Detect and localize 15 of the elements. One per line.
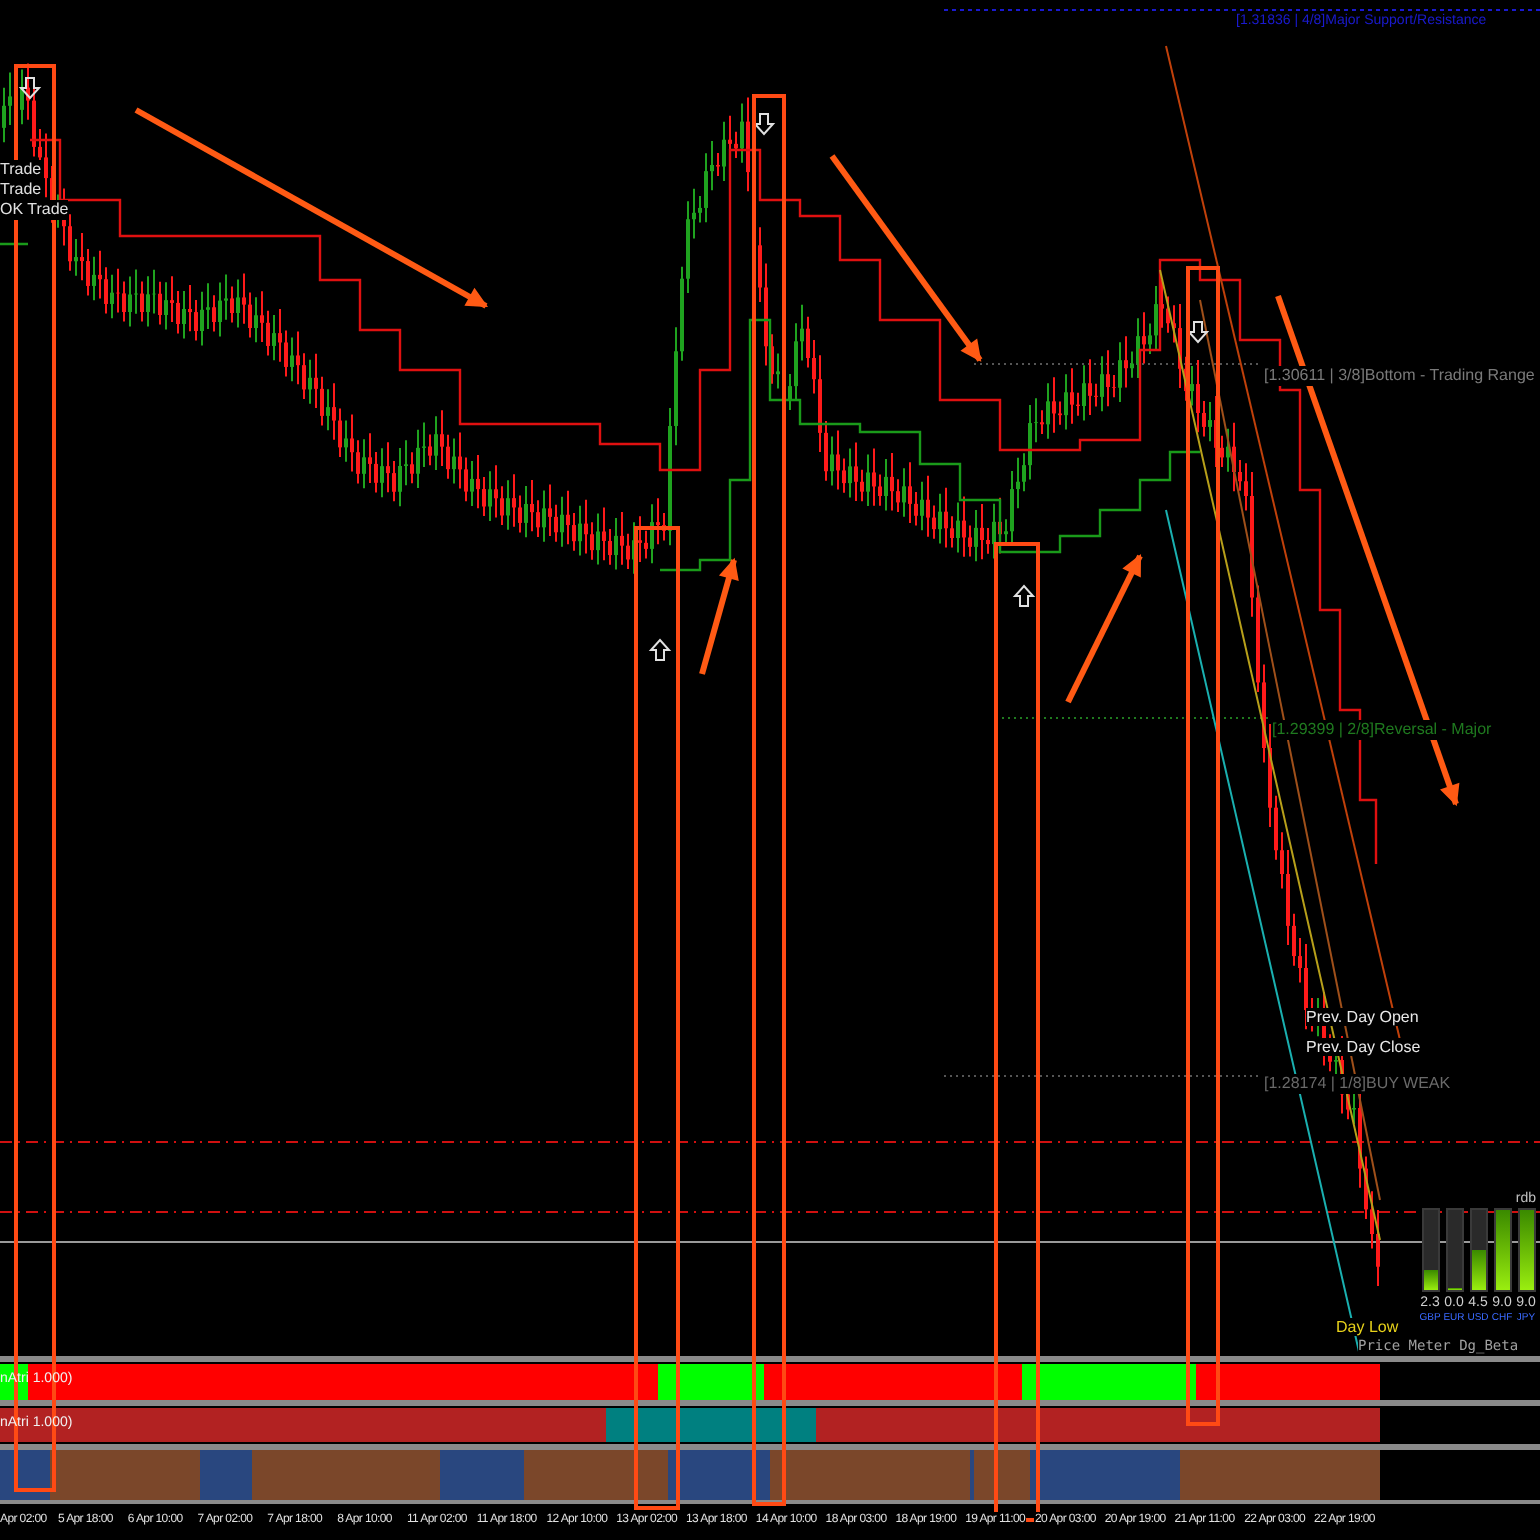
up-arrow-icon (648, 638, 672, 661)
down-arrow-icon (18, 77, 42, 100)
signal-label: Trade (0, 160, 42, 180)
level-label: [1.29399 | 2/8]Reversal - Major (1272, 720, 1492, 740)
level-label: [1.30611 | 3/8]Bottom - Trading Range (1264, 366, 1535, 386)
day-label: Day Low (1336, 1318, 1399, 1336)
down-arrow-icon (752, 113, 776, 136)
down-arrow-icon (1186, 321, 1210, 344)
trend-arrow (699, 557, 739, 675)
up-arrow-icon (1012, 584, 1036, 607)
signal-label: OK Trade (0, 200, 69, 220)
signal-label: Trade (0, 180, 42, 200)
day-label: Prev. Day Open (1306, 1008, 1419, 1026)
level-label: [1.28174 | 1/8]BUY WEAK (1264, 1074, 1451, 1094)
day-label: Prev. Day Close (1306, 1038, 1421, 1056)
